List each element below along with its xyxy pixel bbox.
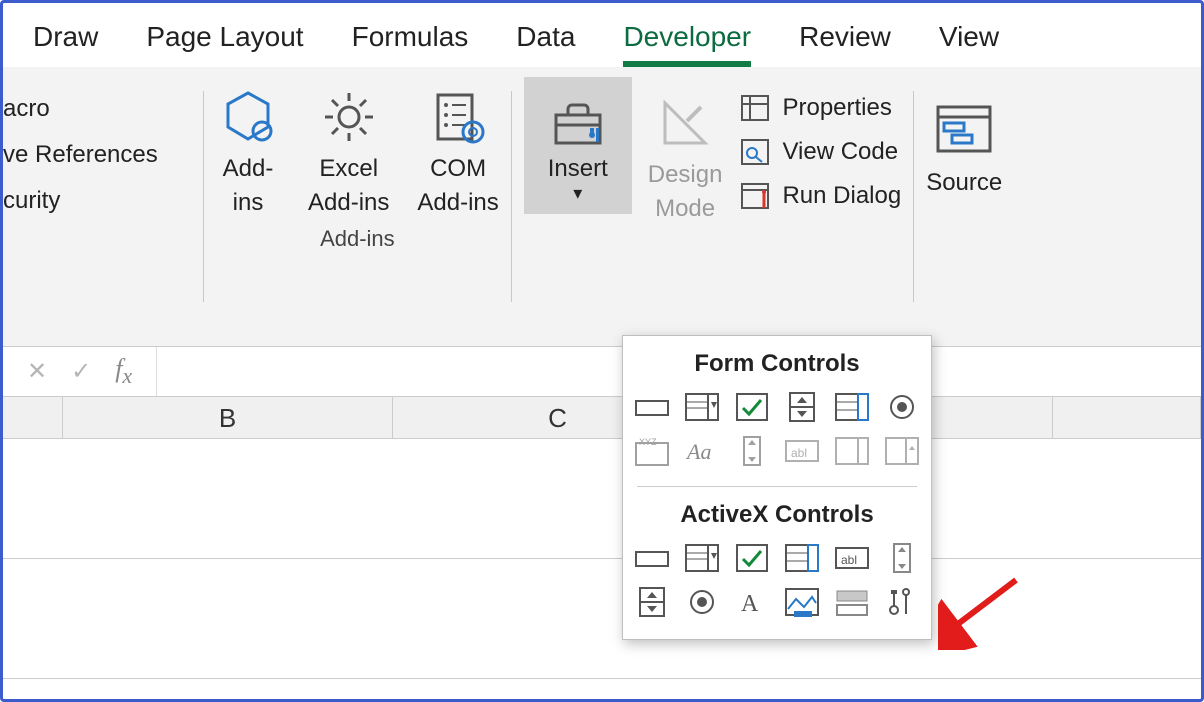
run-dialog-button[interactable]: Run Dialog [738, 181, 901, 211]
toolbox-icon [546, 91, 610, 155]
tab-data[interactable]: Data [516, 21, 575, 67]
enter-icon[interactable]: ✓ [71, 357, 91, 386]
form-controls-grid: XYZ Aa abl [637, 388, 917, 470]
com-addins-icon [426, 85, 490, 149]
col-header-blank[interactable] [3, 397, 63, 438]
form-option-icon[interactable] [880, 388, 924, 426]
com-addins-button[interactable]: COM Add-ins [417, 85, 498, 216]
tab-draw[interactable]: Draw [33, 21, 98, 67]
form-combo-alt-icon[interactable] [830, 432, 874, 470]
form-scrollbar-icon[interactable] [730, 432, 774, 470]
tab-formulas[interactable]: Formulas [352, 21, 469, 67]
controls-small-cmds: Properties View Code Run Dialog [738, 77, 901, 211]
ax-toggle-icon[interactable] [830, 583, 874, 621]
activex-controls-grid: abl A [637, 539, 917, 621]
fx-icon[interactable]: fx [115, 354, 132, 389]
col-header-b[interactable]: B [63, 397, 393, 438]
dropdown-separator [637, 486, 917, 487]
col-header-e[interactable] [1053, 397, 1201, 438]
ax-combo-icon[interactable] [680, 539, 724, 577]
tab-developer[interactable]: Developer [623, 21, 751, 67]
add-ins-button[interactable]: Add- ins [216, 85, 280, 216]
form-listbox-icon[interactable] [830, 388, 874, 426]
ax-spin-icon[interactable] [630, 583, 674, 621]
svg-text:abl: abl [841, 553, 857, 567]
activex-controls-header: ActiveX Controls [637, 501, 917, 529]
cancel-icon[interactable]: ✕ [27, 357, 47, 386]
form-dropdown-alt-icon[interactable] [880, 432, 924, 470]
run-dialog-icon [738, 181, 772, 211]
form-textfield-icon[interactable]: abl [780, 432, 824, 470]
grid-row[interactable] [3, 439, 1201, 559]
design-mode-button[interactable]: Design Mode [648, 77, 723, 222]
svg-text:Aa: Aa [685, 439, 711, 464]
form-combo-icon[interactable] [680, 388, 724, 426]
excel-addins-button[interactable]: Excel Add-ins [308, 85, 389, 216]
ax-textbox-icon[interactable]: abl [830, 539, 874, 577]
tab-page-layout[interactable]: Page Layout [146, 21, 303, 67]
ribbon-tabs: Draw Page Layout Formulas Data Developer… [3, 3, 1201, 67]
worksheet: B C D [3, 397, 1201, 679]
ax-image-icon[interactable] [780, 583, 824, 621]
formula-bar: ✕ ✓ fx [3, 347, 1201, 397]
design-mode-icon [653, 91, 717, 155]
form-groupbox-icon[interactable]: XYZ [630, 432, 674, 470]
code-group-partial: acro ve References curity [3, 77, 203, 346]
relative-refs-cmd[interactable]: ve References [3, 141, 195, 169]
form-spin-icon[interactable] [780, 388, 824, 426]
gear-icon [317, 85, 381, 149]
form-button-icon[interactable] [630, 388, 674, 426]
xml-group: Source [914, 77, 1014, 346]
controls-group: Insert ▾ Design Mode Properties View Cod… [512, 77, 913, 346]
source-icon [932, 99, 996, 163]
column-headers: B C D [3, 397, 1201, 439]
macro-security-cmd[interactable]: curity [3, 187, 195, 215]
properties-icon [738, 93, 772, 123]
svg-text:A: A [741, 591, 759, 617]
ax-label-icon[interactable]: A [730, 583, 774, 621]
tab-view[interactable]: View [939, 21, 999, 67]
properties-button[interactable]: Properties [738, 93, 901, 123]
add-ins-icon [216, 85, 280, 149]
source-button[interactable]: Source [926, 85, 1002, 197]
view-code-icon [738, 137, 772, 167]
tab-review[interactable]: Review [799, 21, 891, 67]
record-macro-cmd[interactable]: acro [3, 95, 195, 123]
view-code-button[interactable]: View Code [738, 137, 901, 167]
addins-group: Add- ins Excel Add-ins COM Add-ins Add-i… [204, 77, 511, 346]
ax-more-controls-icon[interactable] [880, 583, 924, 621]
insert-controls-dropdown: Form Controls XYZ Aa abl ActiveX Control… [622, 335, 932, 640]
form-controls-header: Form Controls [637, 350, 917, 378]
ax-button-icon[interactable] [630, 539, 674, 577]
addins-group-label: Add-ins [320, 226, 395, 252]
ax-checkbox-icon[interactable] [730, 539, 774, 577]
form-checkbox-icon[interactable] [730, 388, 774, 426]
ax-scrollbar-icon[interactable] [880, 539, 924, 577]
ax-listbox-icon[interactable] [780, 539, 824, 577]
grid-row[interactable] [3, 559, 1201, 679]
insert-controls-button[interactable]: Insert ▾ [524, 77, 632, 214]
ax-option-icon[interactable] [680, 583, 724, 621]
form-label-icon[interactable]: Aa [680, 432, 724, 470]
svg-text:abl: abl [791, 446, 807, 460]
ribbon: acro ve References curity Add- ins Excel… [3, 67, 1201, 347]
svg-text:XYZ: XYZ [639, 437, 657, 447]
chevron-down-icon: ▾ [573, 183, 582, 204]
